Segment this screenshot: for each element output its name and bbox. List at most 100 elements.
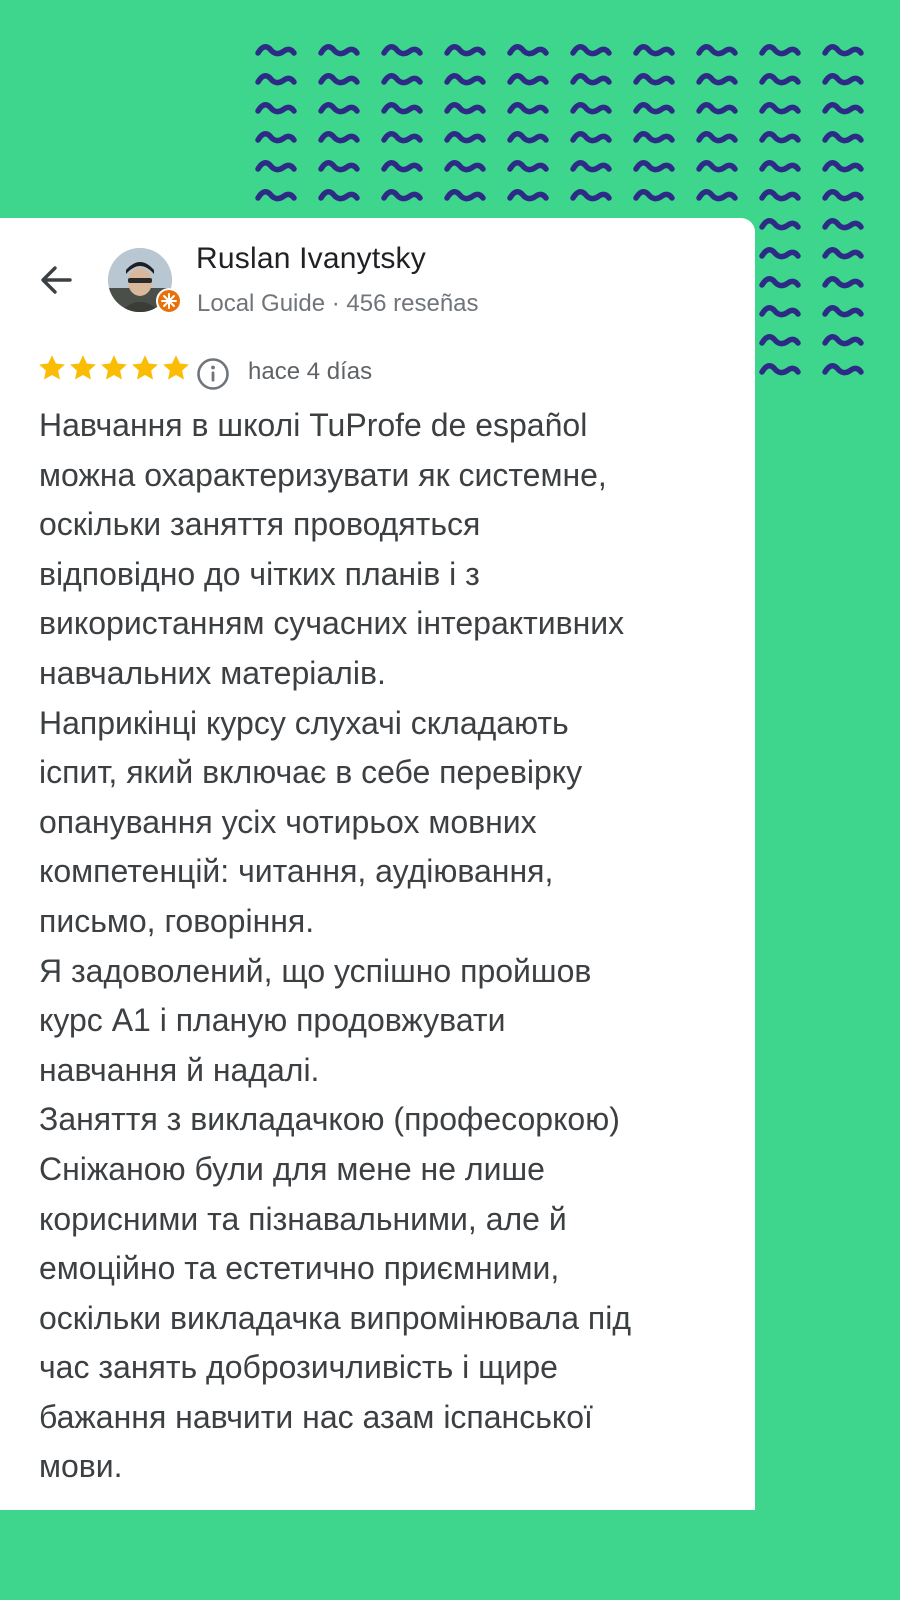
back-arrow-icon[interactable] (34, 258, 78, 302)
star-icon (132, 355, 158, 380)
wave-mark (822, 276, 864, 289)
review-line: можна охарактеризувати як системне, (39, 456, 607, 493)
wave-mark (318, 189, 360, 202)
wave-mark (759, 363, 801, 376)
reviewer-name[interactable]: Ruslan Ivanytsky (196, 242, 426, 276)
review-line: навчальних матеріалів. (39, 654, 386, 691)
star-icon (70, 355, 96, 380)
reviewer-meta: Local Guide · 456 reseñas (197, 290, 479, 317)
wave-mark (381, 44, 423, 57)
wave-mark (759, 334, 801, 347)
wave-mark (507, 44, 549, 57)
wave-mark (696, 102, 738, 115)
review-line: Наприкінці курсу слухачі складають (39, 704, 569, 741)
review-line: Сніжаною були для мене не лише (39, 1150, 545, 1187)
wave-mark (696, 189, 738, 202)
wave-mark (570, 73, 612, 86)
wave-mark (759, 276, 801, 289)
wave-mark (759, 305, 801, 318)
wave-mark (696, 73, 738, 86)
wave-mark (696, 160, 738, 173)
star-icon (163, 355, 189, 380)
review-line: Я задоволений, що успішно пройшов (39, 952, 592, 989)
wave-mark (759, 160, 801, 173)
wave-mark (822, 73, 864, 86)
wave-mark (570, 131, 612, 144)
wave-mark (444, 131, 486, 144)
wave-mark (759, 102, 801, 115)
wave-mark (822, 218, 864, 231)
wave-mark (381, 102, 423, 115)
wave-mark (255, 160, 297, 173)
wave-mark (570, 102, 612, 115)
wave-mark (633, 131, 675, 144)
review-line: емоційно та естетично приємними, (39, 1250, 560, 1287)
wave-mark (633, 160, 675, 173)
wave-mark (759, 44, 801, 57)
review-line: Навчання в школі TuProfe de español (39, 407, 588, 443)
wave-mark (759, 189, 801, 202)
wave-mark (570, 189, 612, 202)
wave-mark (444, 189, 486, 202)
wave-mark (822, 160, 864, 173)
wave-mark (696, 131, 738, 144)
review-line: час занять доброзичливість і щире (39, 1349, 558, 1386)
star-rating (37, 353, 191, 383)
wave-mark (318, 131, 360, 144)
review-line: письмо, говоріння. (39, 902, 315, 939)
review-line: бажання навчити нас азам іспанської (39, 1398, 593, 1435)
wave-mark (444, 160, 486, 173)
review-line: Заняття з викладачкою (професоркою) (39, 1101, 620, 1138)
review-line: компетенцій: читання, аудіювання, (39, 853, 554, 890)
wave-mark (507, 160, 549, 173)
wave-mark (318, 160, 360, 173)
star-icon (101, 355, 127, 380)
wave-mark (633, 189, 675, 202)
review-text: Навчання в школі TuProfe de español можна… (39, 401, 739, 1492)
star-icon (39, 355, 65, 380)
review-date: hace 4 días (248, 358, 373, 385)
info-icon[interactable] (196, 357, 230, 391)
wave-mark (822, 131, 864, 144)
wave-mark (570, 160, 612, 173)
wave-mark (507, 73, 549, 86)
review-line: опанування усіх чотирьох мовних (39, 803, 537, 840)
wave-mark (507, 131, 549, 144)
wave-mark (633, 44, 675, 57)
wave-mark (318, 102, 360, 115)
wave-mark (255, 102, 297, 115)
review-line: мови. (39, 1448, 123, 1485)
wave-mark (822, 102, 864, 115)
wave-mark (381, 189, 423, 202)
wave-mark (381, 73, 423, 86)
wave-mark (822, 44, 864, 57)
wave-mark (822, 305, 864, 318)
wave-mark (381, 160, 423, 173)
wave-mark (822, 189, 864, 202)
wave-mark (318, 73, 360, 86)
wave-mark (759, 131, 801, 144)
review-line: відповідно до чітких планів і з (39, 555, 480, 592)
wave-mark (444, 73, 486, 86)
wave-mark (822, 334, 864, 347)
wave-mark (759, 247, 801, 260)
wave-mark (633, 73, 675, 86)
wave-mark (255, 189, 297, 202)
review-line: корисними та пізнавальними, але й (39, 1200, 567, 1237)
wave-mark (570, 44, 612, 57)
wave-mark (822, 363, 864, 376)
wave-mark (381, 131, 423, 144)
wave-mark (759, 73, 801, 86)
wave-mark (822, 247, 864, 260)
wave-mark (759, 218, 801, 231)
wave-mark (255, 73, 297, 86)
wave-mark (444, 102, 486, 115)
wave-mark (444, 44, 486, 57)
review-line: оскільки викладачка випромінювала під (39, 1299, 632, 1336)
wave-mark (255, 44, 297, 57)
review-line: курс А1 і планую продовжувати (39, 1002, 506, 1039)
review-line: навчання й надалі. (39, 1051, 320, 1088)
local-guide-badge-icon (156, 288, 182, 314)
wave-mark (318, 44, 360, 57)
wave-mark (696, 44, 738, 57)
